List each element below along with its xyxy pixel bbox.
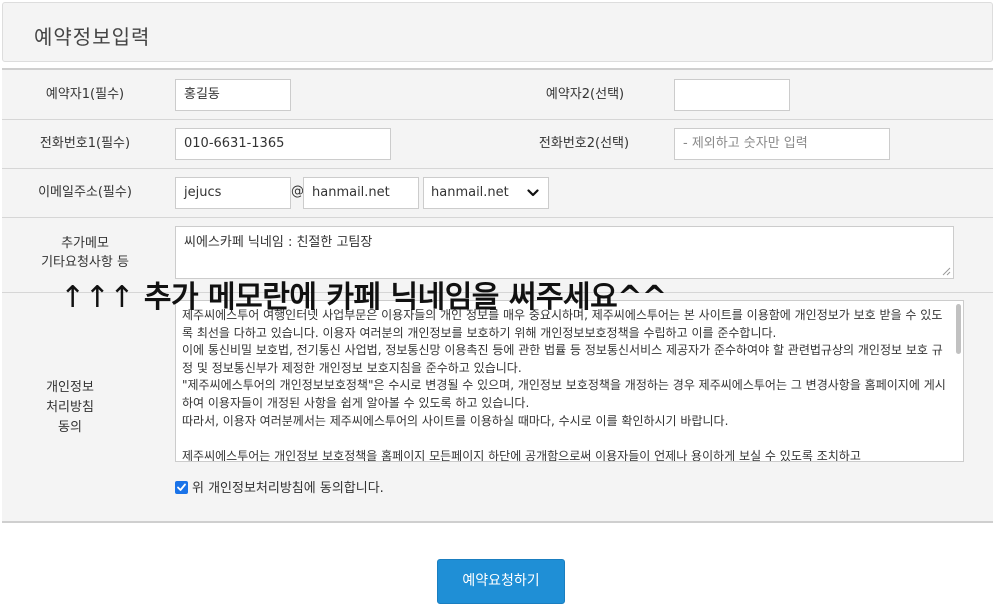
memo-instruction-overlay: ↑↑↑ 추가 메모란에 카페 닉네임을 써주세요^^ bbox=[60, 272, 667, 316]
policy-paragraph: 이에 통신비밀 보호법, 전기통신 사업법, 정보통신망 이용촉진 등에 관한 … bbox=[182, 343, 943, 375]
policy-paragraph bbox=[182, 430, 949, 448]
email-domain-input[interactable]: hanmail.net bbox=[303, 177, 419, 209]
booker1-label: 예약자1(필수) bbox=[45, 87, 125, 102]
email-domain-select-value: hanmail.net bbox=[431, 185, 509, 200]
chevron-down-icon bbox=[527, 189, 539, 197]
privacy-policy-text: 제주씨에스투어 여행인터넷 사업부문은 이용자들의 개인 정보를 매우 중요시하… bbox=[182, 307, 949, 462]
panel-header: 예약정보입력 bbox=[2, 2, 993, 62]
policy-paragraph: 제주씨에스투어는 개인정보 보호정책을 홈페이지 모든페이지 하단에 공개함으로… bbox=[182, 448, 861, 462]
booker1-input[interactable]: 홍길동 bbox=[175, 79, 291, 111]
memo-label-line1: 추가메모 bbox=[61, 236, 109, 251]
privacy-label-line2: 처리방침 bbox=[46, 400, 94, 415]
memo-text: 씨에스카페 닉네임 : 친절한 고팀장 bbox=[184, 235, 373, 250]
phone2-label: 전화번호2(선택) bbox=[538, 136, 630, 151]
privacy-label-line3: 동의 bbox=[58, 420, 82, 435]
phone1-label: 전화번호1(필수) bbox=[39, 136, 131, 151]
email-label: 이메일주소(필수) bbox=[38, 185, 132, 200]
booker2-input[interactable] bbox=[674, 79, 790, 111]
page-title: 예약정보입력 bbox=[34, 25, 151, 49]
check-icon bbox=[177, 483, 186, 491]
policy-paragraph: "제주씨에스투어의 개인정보보호정책"은 수시로 변경될 수 있으며, 개인정보… bbox=[182, 378, 946, 410]
row-divider bbox=[2, 168, 993, 169]
email-id-input[interactable]: jejucs bbox=[175, 177, 291, 209]
policy-paragraph: 따라서, 이용자 여러분께서는 제주씨에스투어의 사이트를 이용하실 때마다, … bbox=[182, 413, 729, 428]
privacy-policy-box[interactable]: 제주씨에스투어 여행인터넷 사업부문은 이용자들의 개인 정보를 매우 중요시하… bbox=[175, 300, 964, 462]
privacy-agree-checkbox[interactable] bbox=[175, 481, 188, 494]
privacy-agree-row[interactable]: 위 개인정보처리방침에 동의합니다. bbox=[175, 480, 384, 498]
phone2-input[interactable]: - 제외하고 숫자만 입력 bbox=[674, 128, 890, 160]
phone1-input[interactable]: 010-6631-1365 bbox=[175, 128, 391, 160]
policy-scrollbar-thumb[interactable] bbox=[956, 304, 961, 354]
overlay-text: 추가 메모란에 카페 닉네임을 써주세요^^ bbox=[143, 280, 667, 315]
email-domain-select[interactable]: hanmail.net bbox=[423, 177, 549, 209]
resize-grip-icon[interactable] bbox=[941, 266, 951, 276]
booker2-label: 예약자2(선택) bbox=[545, 87, 625, 102]
privacy-label-line1: 개인정보 bbox=[46, 380, 94, 395]
row-divider bbox=[2, 119, 993, 120]
up-arrows: ↑↑↑ bbox=[60, 280, 134, 315]
privacy-agree-label: 위 개인정보처리방침에 동의합니다. bbox=[192, 481, 384, 496]
submit-reservation-button[interactable]: 예약요청하기 bbox=[437, 559, 565, 604]
row-divider bbox=[2, 217, 993, 218]
memo-label-line2: 기타요청사항 등 bbox=[41, 255, 129, 270]
